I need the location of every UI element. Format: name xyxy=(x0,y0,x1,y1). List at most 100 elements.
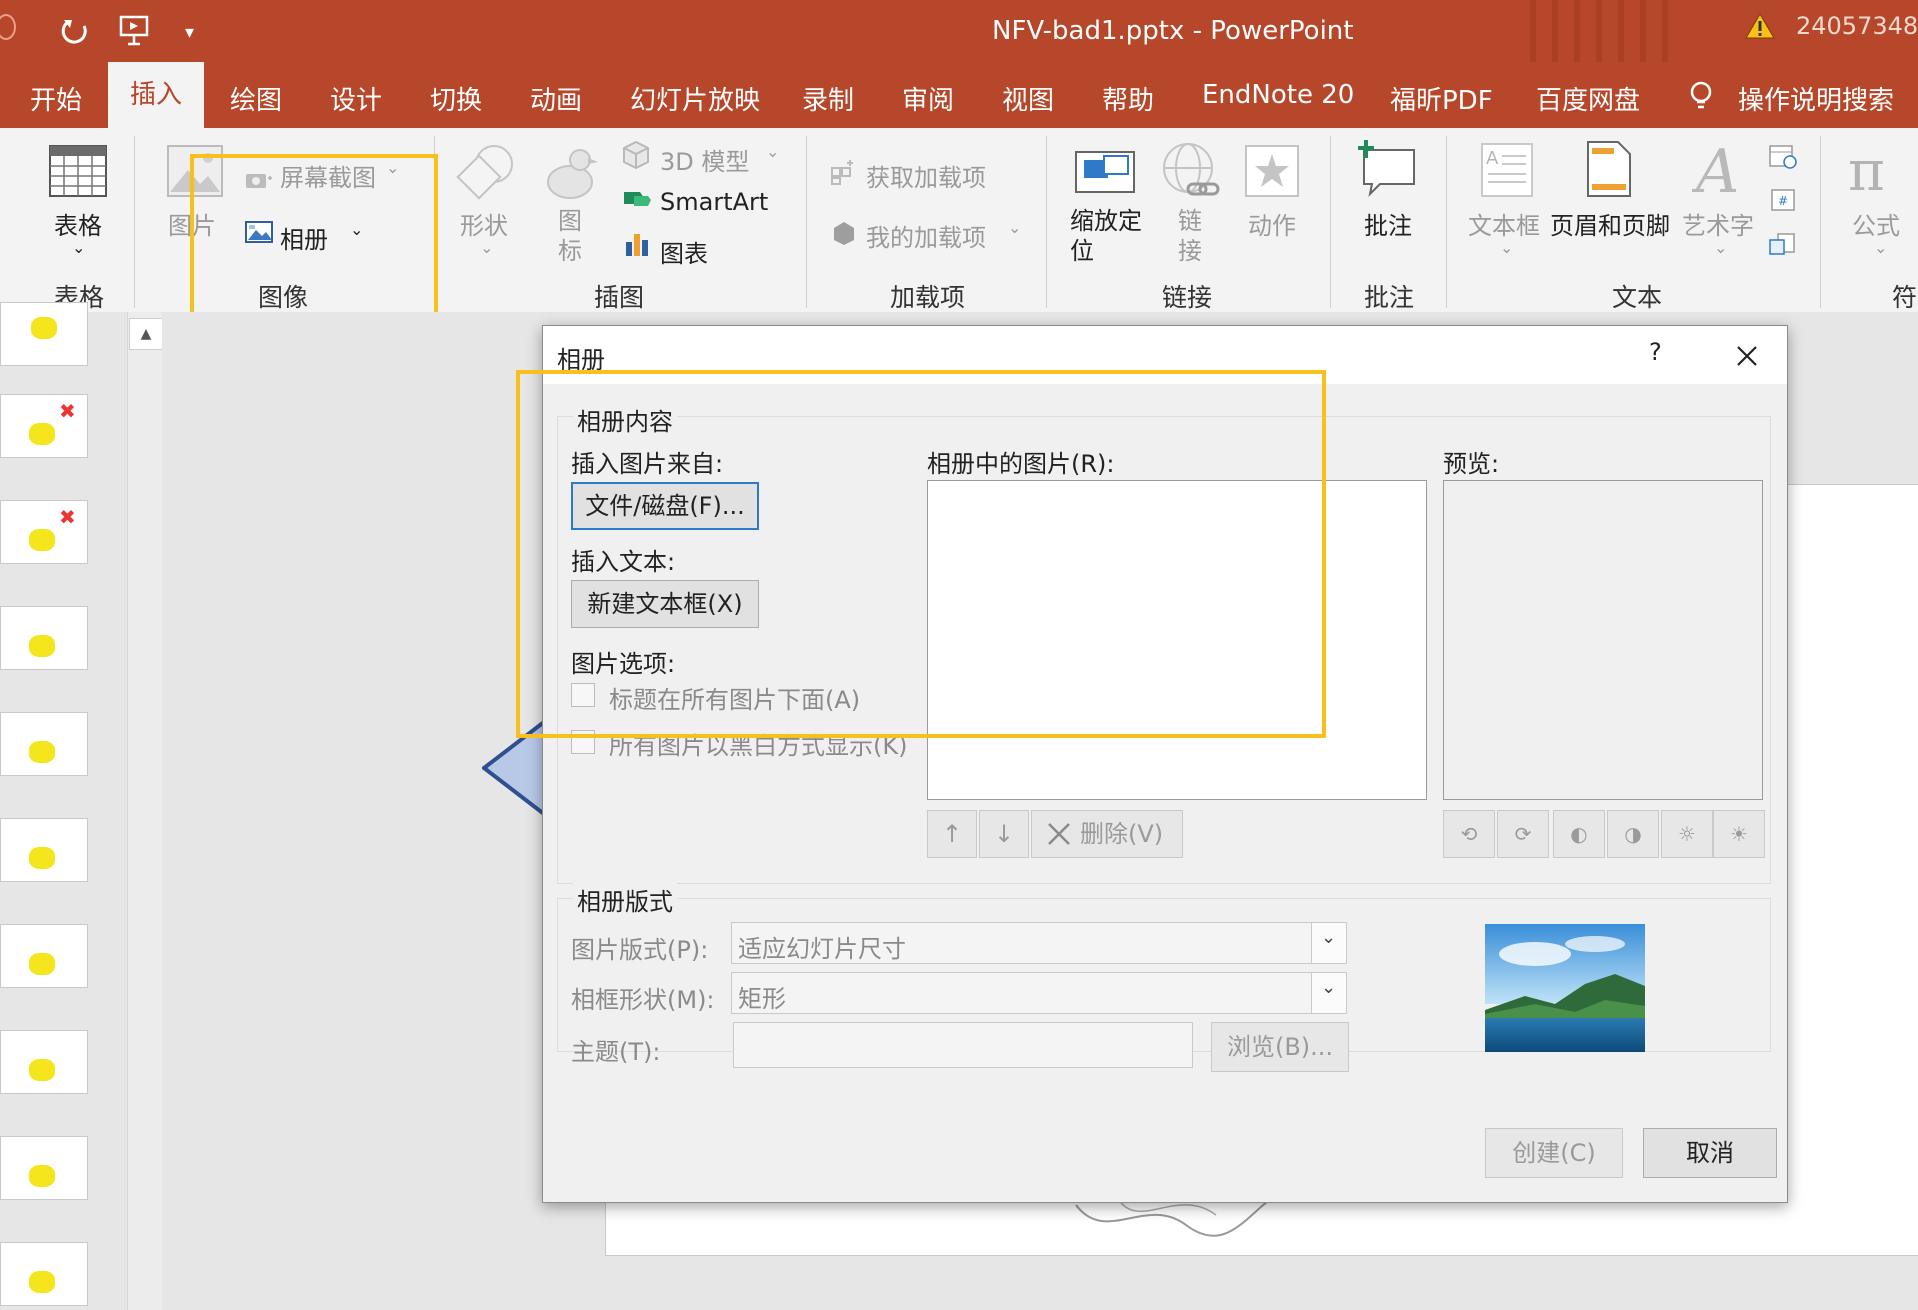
svg-text:#: # xyxy=(1778,194,1788,208)
slide-thumbnail[interactable] xyxy=(0,302,88,366)
picture-layout-select[interactable]: 适应幻灯片尺寸 ⌄ xyxy=(731,922,1347,964)
date-time-icon[interactable] xyxy=(1768,142,1798,170)
slide-thumbnail[interactable] xyxy=(0,712,88,776)
icons-icon xyxy=(547,149,598,199)
zoom-button[interactable]: 缩放定位 xyxy=(1070,206,1150,266)
slide-thumbnail[interactable] xyxy=(0,818,88,882)
preview-label: 预览: xyxy=(1443,450,1500,478)
action-button[interactable]: 动作 xyxy=(1248,206,1296,241)
get-addins-button[interactable]: 获取加载项 xyxy=(866,158,986,193)
contrast-increase-button[interactable]: ◐ xyxy=(1553,810,1605,858)
move-up-button[interactable]: ↑ xyxy=(927,810,977,858)
contrast-down-icon: ◑ xyxy=(1624,822,1642,846)
link-icon xyxy=(1163,143,1220,196)
rotate-left-button[interactable]: ⟲ xyxy=(1443,810,1495,858)
slide-thumbnail[interactable]: ✖ xyxy=(0,500,88,564)
tab-endnote[interactable]: EndNote 20 xyxy=(1202,80,1354,110)
tab-transitions[interactable]: 切换 xyxy=(430,80,482,117)
slideshow-from-start-icon[interactable] xyxy=(118,14,152,48)
group-label-text: 文本 xyxy=(1612,283,1663,312)
table-button[interactable]: 表格 xyxy=(54,206,102,241)
my-addins-button[interactable]: 我的加载项 xyxy=(866,218,986,253)
3d-models-dropdown-icon[interactable]: ⌄ xyxy=(766,142,779,161)
object-icon[interactable] xyxy=(1768,230,1798,258)
my-addins-icon xyxy=(834,222,854,245)
textbox-button[interactable]: 文本框 xyxy=(1468,206,1540,241)
wordart-button[interactable]: 艺术字 xyxy=(1682,206,1754,241)
slide-thumbnail[interactable]: ✖ xyxy=(0,394,88,458)
icons-button[interactable]: 图标 xyxy=(558,206,584,266)
cancel-button[interactable]: 取消 xyxy=(1643,1128,1777,1178)
close-icon[interactable] xyxy=(1735,344,1759,368)
slide-number-icon[interactable]: # xyxy=(1768,186,1798,214)
slide-thumbnail[interactable] xyxy=(0,1242,88,1306)
slide-thumbnail[interactable] xyxy=(0,606,88,670)
title-decoration xyxy=(1530,0,1680,62)
tell-me-search[interactable]: 操作说明搜索 xyxy=(1738,80,1894,117)
tab-draw[interactable]: 绘图 xyxy=(230,80,282,117)
arrow-down-icon: ↓ xyxy=(993,820,1015,848)
contrast-up-icon: ◐ xyxy=(1570,822,1588,846)
frame-shape-dropdown[interactable]: ⌄ xyxy=(1311,973,1346,1013)
picture-layout-dropdown[interactable]: ⌄ xyxy=(1311,923,1346,963)
theme-input[interactable] xyxy=(733,1022,1193,1068)
move-down-button[interactable]: ↓ xyxy=(979,810,1029,858)
shapes-dropdown-icon[interactable]: ⌄ xyxy=(480,238,493,257)
rotate-right-button[interactable]: ⟳ xyxy=(1497,810,1549,858)
comment-button[interactable]: 批注 xyxy=(1364,206,1412,241)
group-label-addins: 加载项 xyxy=(890,283,966,312)
link-button[interactable]: 链接 xyxy=(1178,206,1204,266)
customize-quick-access-icon[interactable]: ▾ xyxy=(185,22,194,43)
brightness-decrease-button[interactable]: ☀ xyxy=(1713,810,1765,858)
tab-insert[interactable]: 插入 xyxy=(108,62,205,128)
table-icon xyxy=(49,145,107,197)
account-name[interactable]: 240573484 xyxy=(1796,12,1918,40)
svg-text:A: A xyxy=(1692,140,1739,200)
browse-button[interactable]: 浏览(B)... xyxy=(1211,1022,1349,1072)
tab-review[interactable]: 审阅 xyxy=(902,80,954,117)
wordart-dropdown-icon[interactable]: ⌄ xyxy=(1714,238,1727,257)
tab-foxit-pdf[interactable]: 福昕PDF xyxy=(1390,80,1493,117)
thumbnail-scrollbar[interactable]: ▲ xyxy=(127,312,164,1310)
tab-home[interactable]: 开始 xyxy=(30,80,82,117)
equation-icon: π xyxy=(1848,140,1885,200)
remove-button[interactable]: 删除(V) xyxy=(1031,810,1183,858)
dialog-help-button[interactable]: ? xyxy=(1649,338,1662,366)
slide-thumbnail[interactable] xyxy=(0,1136,88,1200)
tab-help[interactable]: 帮助 xyxy=(1102,80,1154,117)
scroll-up-icon[interactable]: ▲ xyxy=(129,318,163,350)
frame-shape-value: 矩形 xyxy=(738,985,786,1013)
warning-icon[interactable] xyxy=(1745,12,1775,40)
slide-thumbnail[interactable] xyxy=(0,1030,88,1094)
create-button[interactable]: 创建(C) xyxy=(1485,1128,1623,1178)
tab-animations[interactable]: 动画 xyxy=(530,80,582,117)
equation-dropdown-icon[interactable]: ⌄ xyxy=(1874,238,1887,257)
slide-thumbnail[interactable] xyxy=(0,924,88,988)
shapes-icon xyxy=(456,145,513,200)
table-dropdown-icon[interactable]: ⌄ xyxy=(72,238,85,257)
header-footer-button[interactable]: 页眉和页脚 xyxy=(1550,206,1670,241)
rotate-right-icon: ⟳ xyxy=(1514,822,1532,846)
chart-button[interactable]: 图表 xyxy=(660,234,708,269)
tab-baidu-netdisk[interactable]: 百度网盘 xyxy=(1536,80,1640,117)
smartart-button[interactable]: SmartArt xyxy=(660,188,768,216)
chevron-down-icon: ⌄ xyxy=(1321,927,1337,948)
shapes-button[interactable]: 形状 xyxy=(460,206,508,241)
frame-shape-select[interactable]: 矩形 ⌄ xyxy=(731,972,1347,1014)
tab-view[interactable]: 视图 xyxy=(1002,80,1054,117)
group-label-illustrations: 插图 xyxy=(594,283,645,312)
undo-icon[interactable] xyxy=(58,16,90,48)
group-label-links: 链接 xyxy=(1162,283,1213,312)
tab-slideshow[interactable]: 幻灯片放映 xyxy=(630,80,760,117)
textbox-dropdown-icon[interactable]: ⌄ xyxy=(1500,238,1513,257)
autosave-icon[interactable] xyxy=(0,14,16,40)
chevron-down-icon: ⌄ xyxy=(1321,977,1337,998)
contrast-decrease-button[interactable]: ◑ xyxy=(1607,810,1659,858)
tab-design[interactable]: 设计 xyxy=(330,80,382,117)
equation-button[interactable]: 公式 xyxy=(1852,206,1900,241)
tab-record[interactable]: 录制 xyxy=(802,80,854,117)
3d-models-button[interactable]: 3D 模型 xyxy=(660,142,749,177)
my-addins-dropdown-icon[interactable]: ⌄ xyxy=(1008,218,1021,237)
brightness-increase-button[interactable]: ☼ xyxy=(1661,810,1713,858)
3d-models-icon xyxy=(623,140,649,170)
